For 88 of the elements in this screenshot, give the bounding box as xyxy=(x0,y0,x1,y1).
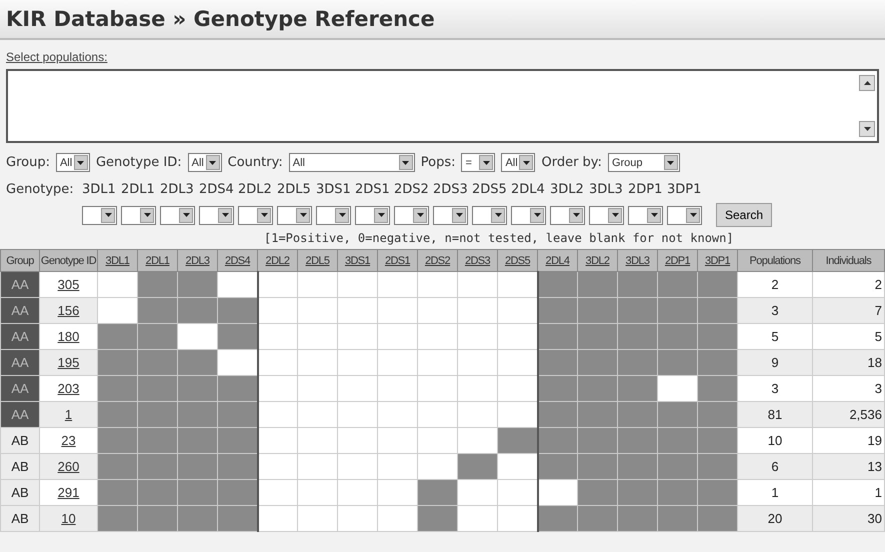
gene-label: 2DS3 xyxy=(433,182,468,197)
group-cell: AA xyxy=(0,376,40,402)
dropdown[interactable]: All xyxy=(288,153,415,172)
group-cell: AB xyxy=(0,428,40,454)
gene-dropdown[interactable] xyxy=(628,206,663,224)
populations-cell: 5 xyxy=(738,324,812,350)
individuals-cell: 30 xyxy=(812,506,884,532)
column-header: Group xyxy=(0,250,40,272)
gene-label: 3DL3 xyxy=(589,182,624,197)
gene-label: 2DL2 xyxy=(238,182,273,197)
individuals-cell: 19 xyxy=(812,428,884,454)
select-populations-link[interactable]: Select populations: xyxy=(6,50,108,64)
column-header: Genotype ID xyxy=(40,250,98,272)
populations-cell: 6 xyxy=(738,454,812,480)
gene-dropdown[interactable] xyxy=(82,206,117,224)
gene-dropdown[interactable] xyxy=(394,206,429,224)
gene-dropdown[interactable] xyxy=(121,206,156,224)
gene-label: 2DL5 xyxy=(277,182,312,197)
page-title: KIR Database » Genotype Reference xyxy=(6,7,435,31)
gene-dropdown[interactable] xyxy=(238,206,273,224)
dropdown[interactable]: = xyxy=(461,153,496,172)
group-cell: AA xyxy=(0,350,40,376)
gene-dropdown[interactable] xyxy=(160,206,195,224)
filter-label: Group: xyxy=(6,155,50,170)
gene-dropdown[interactable] xyxy=(199,206,234,224)
group-cell: AB xyxy=(0,506,40,532)
gene-label: 2DS2 xyxy=(394,182,429,197)
gene-label: 2DL1 xyxy=(121,182,156,197)
group-cell: AB xyxy=(0,480,40,506)
individuals-cell: 18 xyxy=(812,350,884,376)
populations-cell: 9 xyxy=(738,350,812,376)
gene-dropdown[interactable] xyxy=(550,206,585,224)
dropdown[interactable]: All xyxy=(56,153,90,172)
genotype-id-link[interactable]: 10 xyxy=(61,511,76,526)
filter-label: Pops: xyxy=(420,155,456,170)
filter-label: Genotype ID: xyxy=(96,155,182,170)
populations-cell: 3 xyxy=(738,298,812,324)
populations-list-box[interactable] xyxy=(6,69,879,143)
dropdown[interactable]: Group xyxy=(608,153,680,172)
scroll-up-icon[interactable] xyxy=(859,75,875,91)
individuals-cell: 3 xyxy=(812,376,884,402)
individuals-cell: 5 xyxy=(812,324,884,350)
populations-cell: 1 xyxy=(738,480,812,506)
gene-label: 2DL4 xyxy=(511,182,546,197)
legend-note: [1=Positive, 0=negative, n=not tested, leave blank for not known] xyxy=(264,231,735,245)
group-cell: AB xyxy=(0,454,40,480)
group-cell: AA xyxy=(0,298,40,324)
individuals-cell: 7 xyxy=(812,298,884,324)
gene-label: 2DL3 xyxy=(160,182,195,197)
genotype-id-link[interactable]: 1 xyxy=(64,407,72,422)
group-cell: AA xyxy=(0,402,40,428)
dropdown[interactable]: All xyxy=(501,153,536,172)
individuals-cell: 13 xyxy=(812,454,884,480)
gene-dropdown[interactable] xyxy=(355,206,390,224)
group-cell: AA xyxy=(0,324,40,350)
gene-label: 3DP1 xyxy=(667,182,702,197)
gene-label: 2DS1 xyxy=(355,182,390,197)
genotype-id-link[interactable]: 23 xyxy=(61,433,76,448)
filter-label: Order by: xyxy=(541,155,602,170)
dropdown[interactable]: All xyxy=(188,153,222,172)
gene-dropdown[interactable] xyxy=(316,206,351,224)
populations-cell: 81 xyxy=(738,402,812,428)
gene-label: 3DL2 xyxy=(550,182,585,197)
gene-label: 2DP1 xyxy=(628,182,663,197)
scroll-down-icon[interactable] xyxy=(859,121,875,137)
group-cell: AA xyxy=(0,272,40,298)
gene-dropdown[interactable] xyxy=(472,206,507,224)
populations-cell: 3 xyxy=(738,376,812,402)
populations-cell: 20 xyxy=(738,506,812,532)
filter-label: Country: xyxy=(228,155,283,170)
column-header: Populations xyxy=(738,250,812,272)
individuals-cell: 2,536 xyxy=(812,402,884,428)
gene-label: 3DS1 xyxy=(316,182,351,197)
column-header: Individuals xyxy=(812,250,884,272)
gene-label: 2DS4 xyxy=(199,182,234,197)
gene-dropdown[interactable] xyxy=(511,206,546,224)
populations-cell: 10 xyxy=(738,428,812,454)
individuals-cell: 1 xyxy=(812,480,884,506)
gene-dropdown[interactable] xyxy=(667,206,702,224)
search-button[interactable]: Search xyxy=(716,203,772,227)
gene-label: 3DL1 xyxy=(82,182,117,197)
genotype-label: Genotype: xyxy=(6,182,75,197)
gene-dropdown[interactable] xyxy=(589,206,624,224)
gene-dropdown[interactable] xyxy=(277,206,312,224)
populations-cell: 2 xyxy=(738,272,812,298)
individuals-cell: 2 xyxy=(812,272,884,298)
gene-label: 2DS5 xyxy=(472,182,507,197)
gene-dropdown[interactable] xyxy=(433,206,468,224)
